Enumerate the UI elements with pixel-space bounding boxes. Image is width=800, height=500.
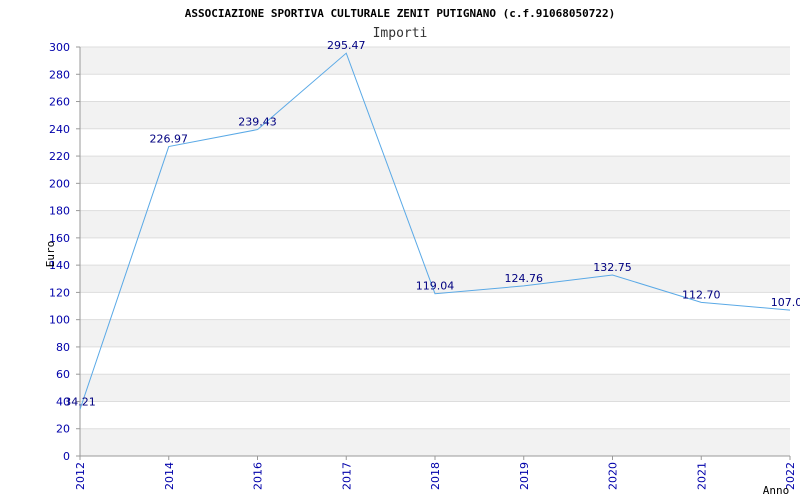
y-tick-label: 240 — [49, 123, 70, 136]
y-tick-label: 120 — [49, 286, 70, 299]
y-tick-label: 0 — [63, 450, 70, 463]
grid-band — [80, 374, 790, 402]
grid-band — [80, 156, 790, 184]
y-tick-label: 200 — [49, 177, 70, 190]
y-tick-label: 260 — [49, 96, 70, 109]
x-tick-label: 2021 — [695, 462, 708, 490]
grid-band — [80, 319, 790, 347]
x-tick-label: 2020 — [607, 462, 620, 490]
x-tick-label: 2016 — [252, 462, 265, 490]
grid-band — [80, 47, 790, 75]
y-tick-label: 220 — [49, 150, 70, 163]
data-label: 107.00 — [771, 296, 800, 309]
chart-subtitle: Importi — [373, 26, 428, 41]
y-tick-label: 20 — [56, 423, 70, 436]
data-label: 226.97 — [150, 133, 189, 146]
data-label: 295.47 — [327, 39, 366, 52]
x-tick-label: 2012 — [74, 462, 87, 490]
data-label: 124.76 — [505, 272, 544, 285]
y-tick-label: 280 — [49, 68, 70, 81]
x-tick-label: 2018 — [429, 462, 442, 490]
data-label: 112.70 — [682, 288, 721, 301]
x-tick-labels: 2012 2014 2016 2017 2018 2019 2020 2021 2022 — [74, 456, 797, 490]
grid-band — [80, 101, 790, 129]
y-axis-label: Euro — [44, 241, 57, 268]
plot-background-bands — [80, 47, 790, 456]
grid-band — [80, 428, 790, 456]
data-label: 34.21 — [64, 395, 96, 408]
x-tick-label: 2014 — [163, 462, 176, 490]
y-tick-label: 300 — [49, 41, 70, 54]
line-chart: 0204060801001201401601802002202402602803… — [44, 7, 800, 497]
x-axis-label: Anno — [763, 484, 790, 497]
x-tick-label: 2017 — [340, 462, 353, 490]
x-tick-label: 2019 — [518, 462, 531, 490]
data-label: 239.43 — [238, 116, 277, 129]
grid-band — [80, 210, 790, 238]
y-tick-label: 100 — [49, 314, 70, 327]
data-label: 132.75 — [593, 261, 632, 274]
y-tick-label: 180 — [49, 205, 70, 218]
data-label: 119.04 — [416, 280, 455, 293]
y-tick-label: 80 — [56, 341, 70, 354]
chart-title: ASSOCIAZIONE SPORTIVA CULTURALE ZENIT PU… — [185, 7, 615, 20]
y-tick-label: 60 — [56, 368, 70, 381]
